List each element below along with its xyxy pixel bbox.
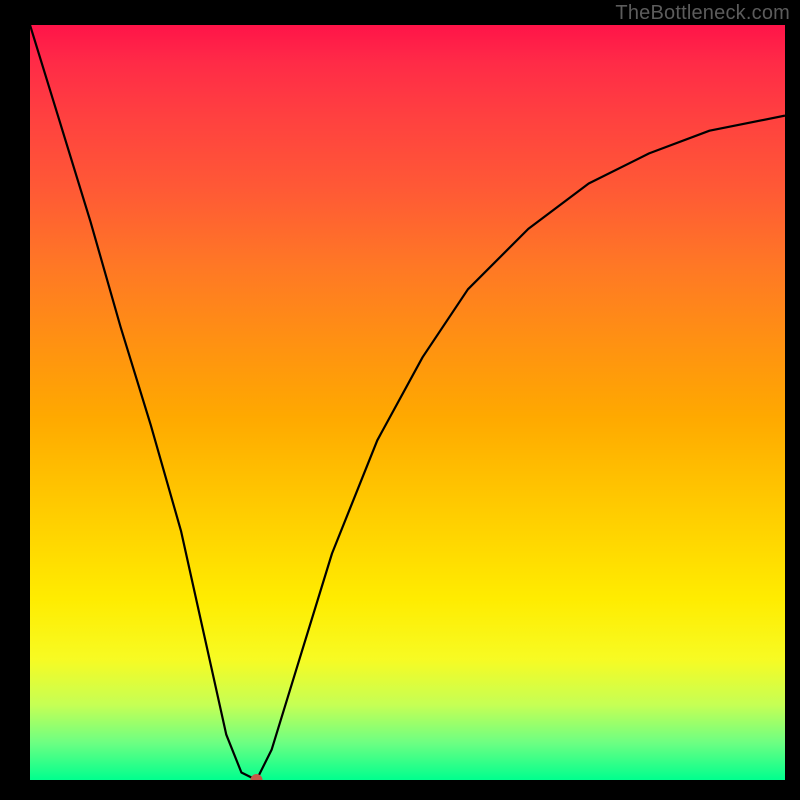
curve-svg (30, 25, 785, 780)
watermark-text: TheBottleneck.com (615, 2, 790, 25)
plot-area (30, 25, 785, 780)
chart-stage: TheBottleneck.com (0, 0, 800, 800)
marker-dot (251, 774, 263, 780)
bottleneck-curve (30, 25, 785, 780)
